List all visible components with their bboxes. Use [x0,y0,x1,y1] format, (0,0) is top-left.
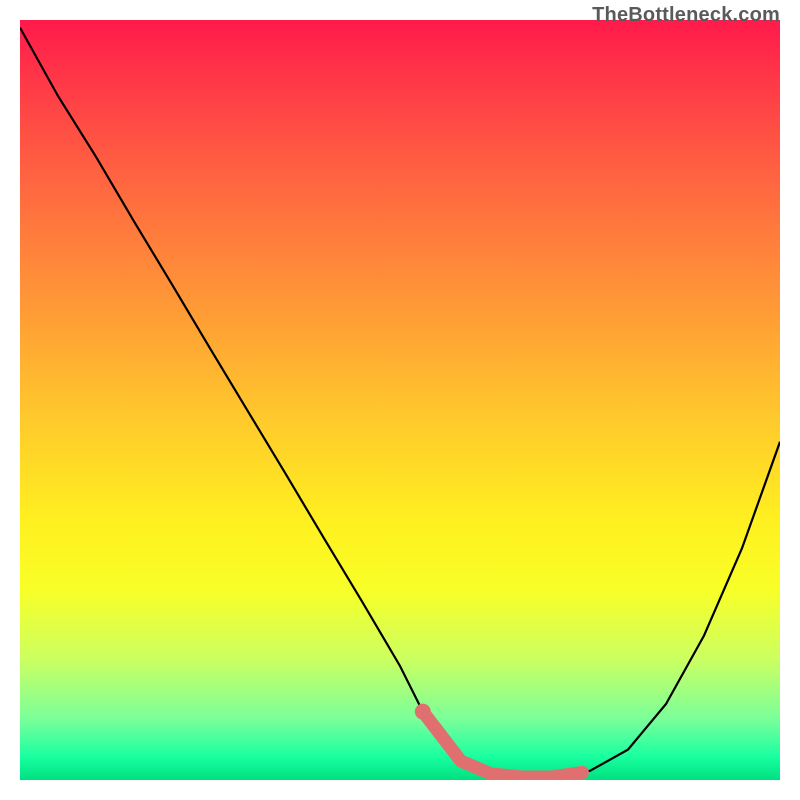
bottleneck-chart: TheBottleneck.com [0,0,800,800]
watermark-text: TheBottleneck.com [592,4,780,27]
gradient-background [20,20,780,780]
